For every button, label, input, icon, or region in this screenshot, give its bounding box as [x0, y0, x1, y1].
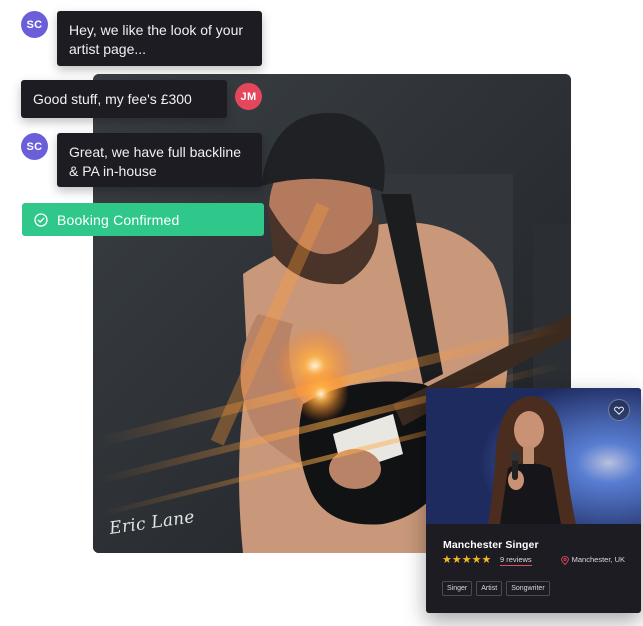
avatar-sc: SC: [21, 11, 48, 38]
rating-stars: ★★★★★: [442, 554, 492, 566]
listing-title[interactable]: Manchester Singer: [443, 539, 539, 551]
chat-message-1: Hey, we like the look of your artist pag…: [57, 11, 262, 66]
location-label: Manchester, UK: [571, 555, 625, 564]
chat-message-2: Good stuff, my fee's £300: [21, 80, 227, 118]
heart-icon: [614, 406, 624, 415]
tag-artist[interactable]: Artist: [476, 581, 503, 596]
avatar-sc: SC: [21, 133, 48, 160]
map-pin-icon: [560, 555, 569, 565]
listing-tags: Singer Artist Songwriter: [442, 581, 550, 596]
booking-status-label: Booking Confirmed: [57, 211, 180, 228]
listing-photo: [426, 388, 641, 524]
tag-songwriter[interactable]: Songwriter: [506, 581, 550, 596]
booking-confirmed-banner: Booking Confirmed: [22, 203, 264, 236]
reviews-link[interactable]: 9 reviews: [500, 555, 532, 566]
listing-location: Manchester, UK: [560, 555, 625, 565]
check-circle-icon: [34, 212, 48, 227]
avatar-jm: JM: [235, 83, 262, 110]
chat-message-3: Great, we have full backline & PA in-hou…: [57, 133, 262, 187]
artist-listing-card[interactable]: Manchester Singer ★★★★★ 9 reviews Manche…: [426, 388, 641, 613]
tag-singer[interactable]: Singer: [442, 581, 473, 596]
favorite-button[interactable]: [608, 399, 630, 421]
promo-scene: Eric Lane SC Hey, we like the look of yo…: [0, 0, 643, 626]
